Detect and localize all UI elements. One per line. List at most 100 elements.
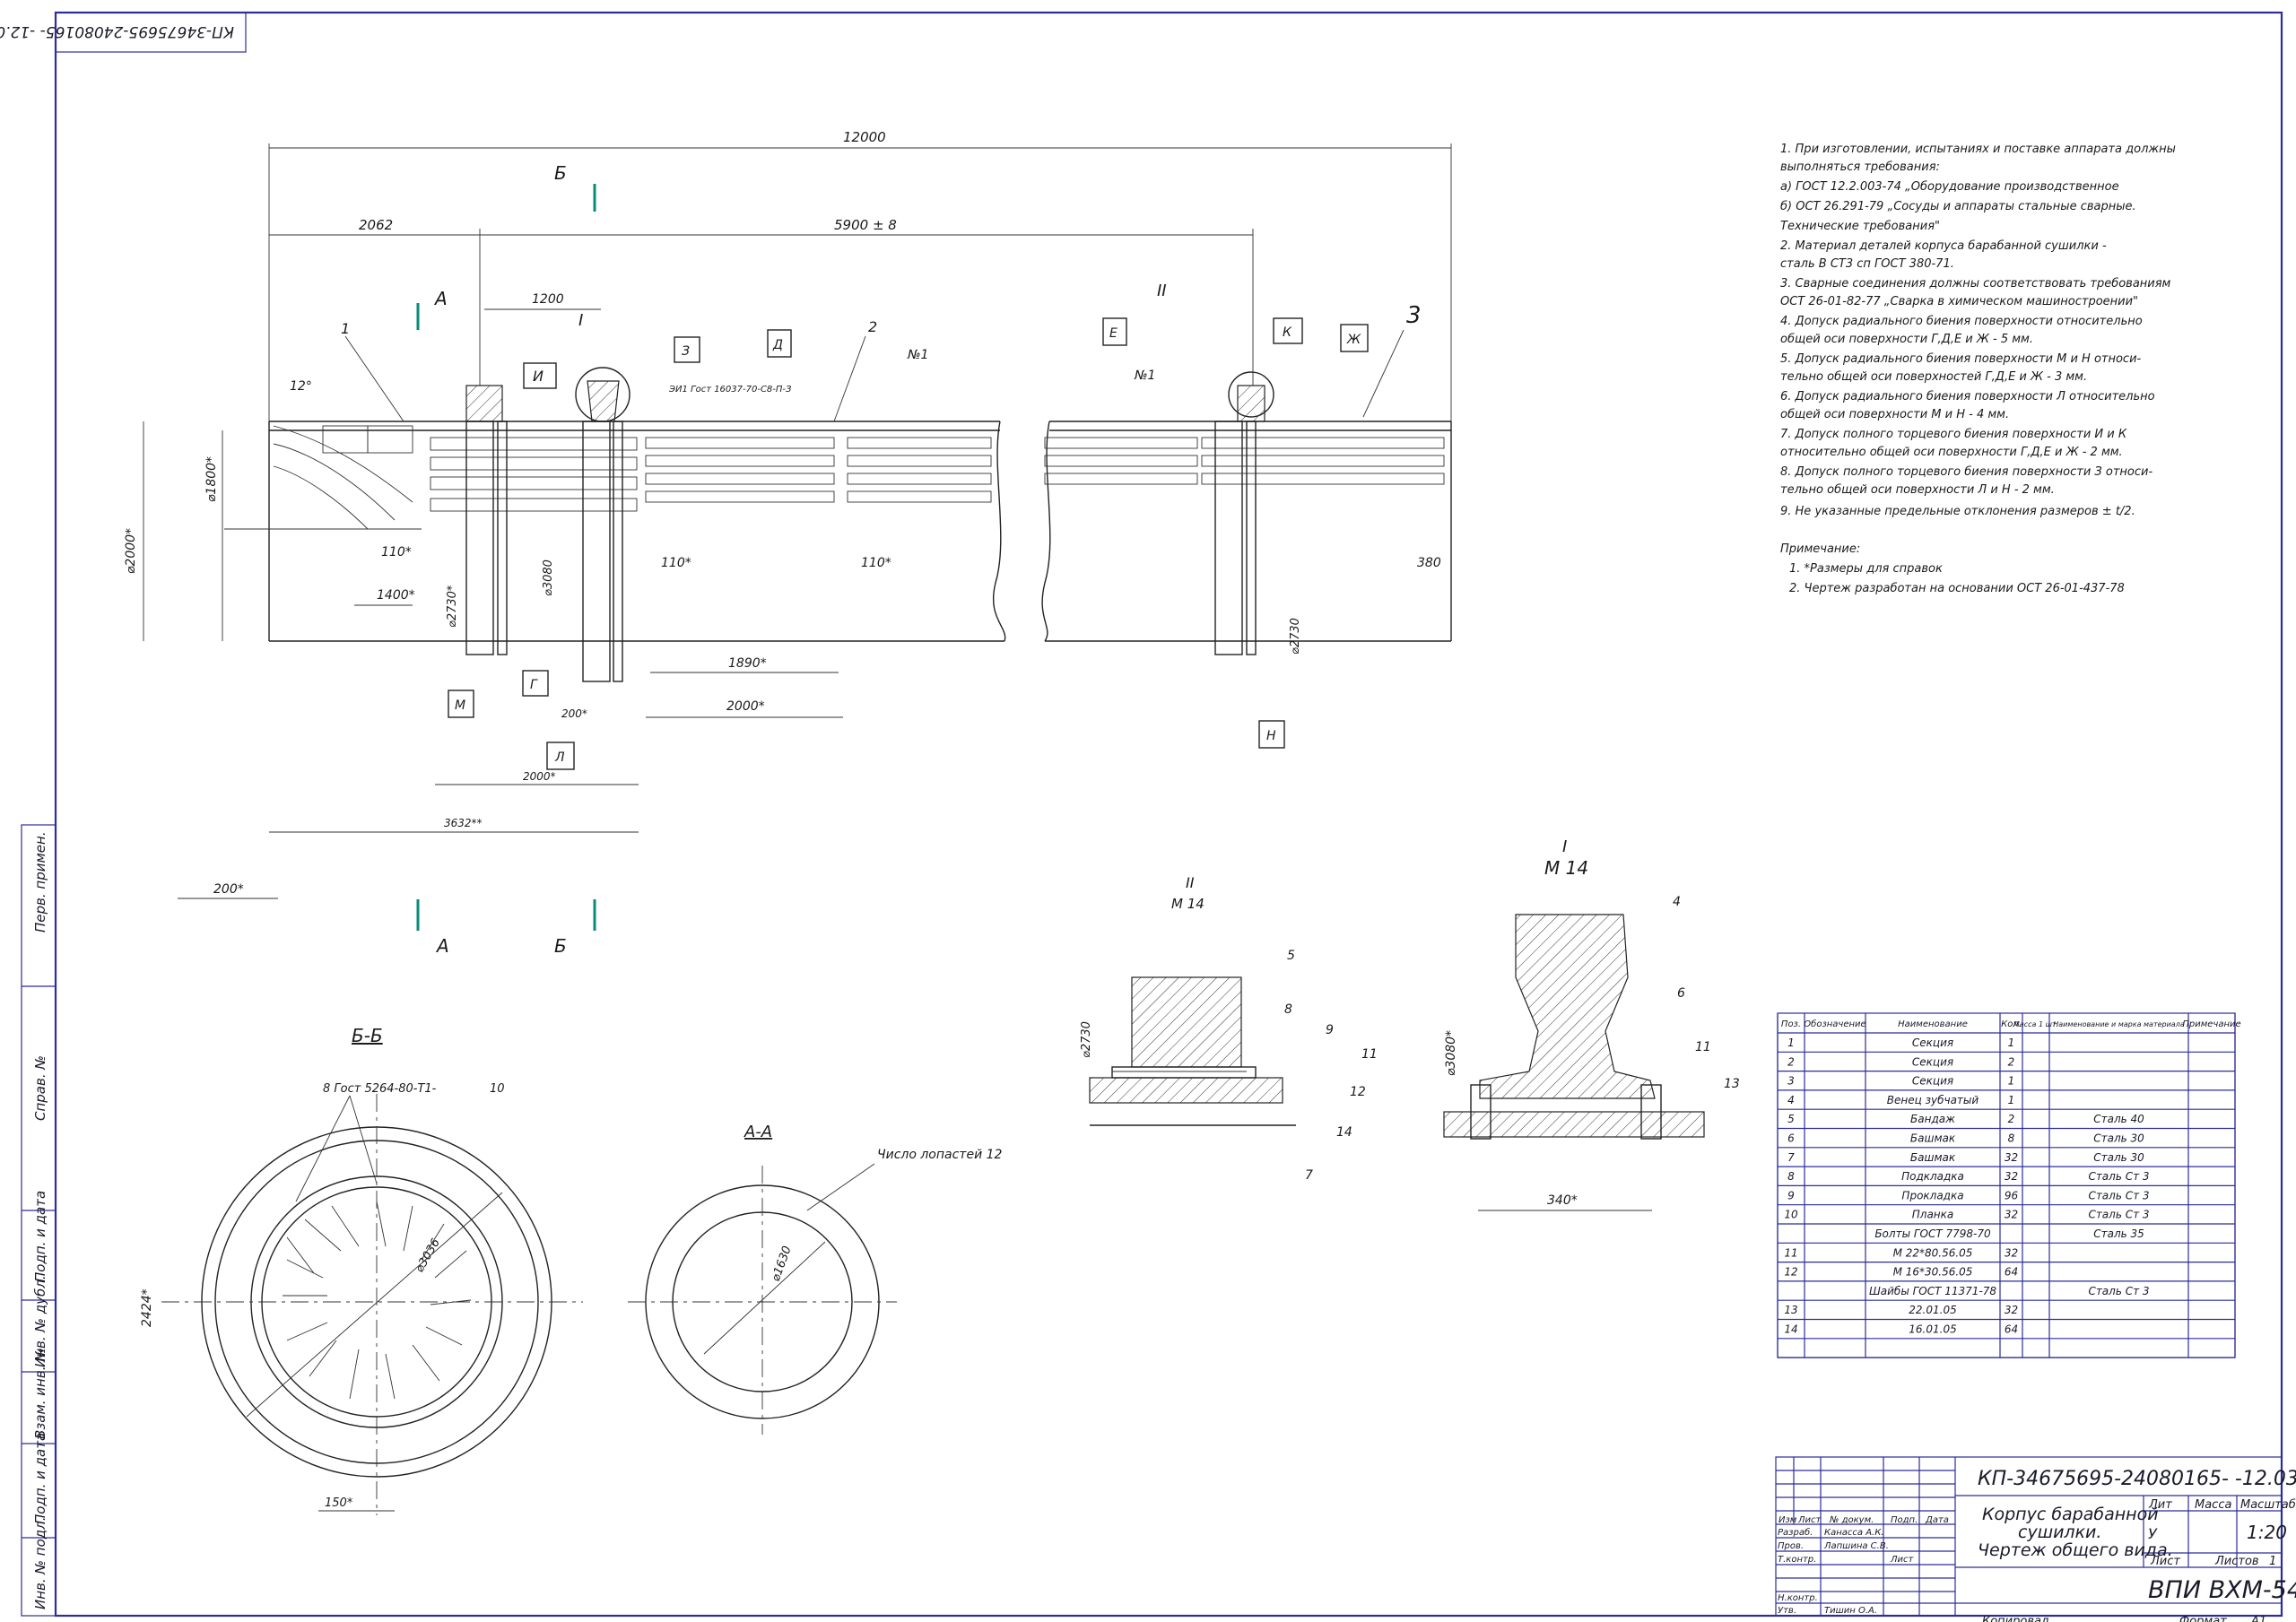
view-mark-II: ІІ bbox=[1157, 282, 1167, 300]
spec-cell-9-3: 32 bbox=[2005, 1209, 2018, 1221]
format-value: A1 bbox=[2250, 1615, 2266, 1622]
spec-cell-3-3: 1 bbox=[2008, 1094, 2015, 1106]
spec-cell-2-2: Секция bbox=[1912, 1075, 1953, 1088]
callout-11b: 11 bbox=[1695, 1040, 1711, 1054]
weld-note: ЭИ1 Гост 16037-70-С8-П-З bbox=[668, 385, 792, 395]
spec-cell-13-5: Сталь Ст 3 bbox=[2088, 1285, 2149, 1297]
spec-cell-12-0: 12 bbox=[1784, 1266, 1797, 1279]
remark-1: 2. Чертеж разработан на основании ОСТ 26… bbox=[1789, 582, 2125, 595]
dim-2730a: ⌀2730* bbox=[446, 585, 459, 628]
note-13: 6. Допуск радиального биения поверхности… bbox=[1780, 390, 2155, 403]
top-code-text: КП-34675695-24080165- -12.03СБ bbox=[0, 22, 234, 40]
side-label-0: Перв. примен. bbox=[32, 831, 48, 932]
spec-header-0: Поз. bbox=[1781, 1019, 1801, 1029]
spec-cell-5-3: 8 bbox=[2008, 1132, 2015, 1145]
note-8: ОСТ 26-01-82-77 „Сварка в химическом маш… bbox=[1780, 295, 2138, 308]
tire-right bbox=[1214, 371, 1274, 655]
org-code: ВПИ ВХМ-541 bbox=[2148, 1576, 2296, 1604]
side-label-4: Взам. инв. № bbox=[32, 1348, 48, 1439]
spec-cell-8-3: 96 bbox=[2005, 1189, 2019, 1201]
svg-text:З: З bbox=[682, 344, 690, 359]
remark-title: Примечание: bbox=[1780, 542, 1860, 556]
note-11: 5. Допуск радиального биения поверхности… bbox=[1780, 352, 2142, 366]
note-5: 2. Материал деталей корпуса барабанной с… bbox=[1780, 239, 2107, 253]
dim-2730b: ⌀2730 bbox=[1289, 618, 1302, 655]
dim-3632: 3632** bbox=[444, 817, 483, 829]
spec-cell-8-0: 9 bbox=[1787, 1189, 1795, 1201]
title-line-2: Чертеж общего вида. bbox=[1978, 1540, 2173, 1560]
spec-cell-10-2: Болты ГОСТ 7798-70 bbox=[1874, 1227, 1991, 1240]
callout-9: 9 bbox=[1326, 1023, 1334, 1037]
note-0: 1. При изготовлении, испытаниях и постав… bbox=[1780, 143, 2176, 156]
spec-cell-4-2: Бандаж bbox=[1910, 1113, 1955, 1125]
spec-cell-1-0: 2 bbox=[1787, 1055, 1795, 1068]
dim-2000b: 2000* bbox=[523, 770, 556, 783]
dim-1200: 1200 bbox=[532, 292, 564, 307]
spec-cell-15-3: 64 bbox=[2005, 1323, 2018, 1336]
dim-3036: ⌀3036 bbox=[413, 1236, 442, 1275]
spec-header-1: Обозначение bbox=[1804, 1019, 1866, 1029]
note-18: тельно общей оси поверхности Л и Н - 2 м… bbox=[1780, 483, 2055, 497]
dim-200b: 200* bbox=[213, 882, 244, 897]
spec-cell-7-5: Сталь Ст 3 bbox=[2088, 1170, 2149, 1183]
note-3: б) ОСТ 26.291-79 „Сосуды и аппараты стал… bbox=[1780, 200, 2136, 213]
role-4-name: Тишин О.А. bbox=[1824, 1606, 1877, 1616]
spec-cell-14-2: 22.01.05 bbox=[1909, 1304, 1956, 1316]
col-sign: Подп. bbox=[1891, 1515, 1918, 1525]
svg-text:Г: Г bbox=[530, 678, 538, 692]
sheet-label: Лист bbox=[2150, 1555, 2180, 1568]
callout-12: 12 bbox=[1350, 1085, 1366, 1099]
dim-5900: 5900 ± 8 bbox=[834, 217, 897, 233]
marker-n1a: №1 bbox=[907, 348, 928, 362]
dim-2730c: ⌀2730 bbox=[1080, 1021, 1093, 1058]
sheet-frame: КП-34675695-24080165- -12.03СБ Перв. при… bbox=[0, 11, 2283, 1618]
role-1-name: Лапшина С.В. bbox=[1823, 1541, 1889, 1551]
side-label-1: Справ. № bbox=[32, 1055, 48, 1121]
spec-cell-11-0: 11 bbox=[1784, 1246, 1797, 1259]
callout-8: 8 bbox=[1284, 1002, 1292, 1017]
section-bb-title: Б-Б bbox=[352, 1025, 383, 1046]
gost-num: 10 bbox=[490, 1082, 505, 1096]
note-1: выполняться требования: bbox=[1780, 160, 1940, 174]
title-block: Изм Лист № докум. Подп. Дата Разраб. Кан… bbox=[1775, 1456, 2296, 1622]
dim-2424: 2424* bbox=[140, 1288, 154, 1327]
marker-n1b: №1 bbox=[1134, 369, 1155, 383]
dim-3080: ⌀3080 bbox=[542, 559, 555, 596]
spec-cell-0-2: Секция bbox=[1912, 1037, 1953, 1049]
technical-notes: 1. При изготовлении, испытаниях и постав… bbox=[1780, 143, 2176, 595]
callout-6: 6 bbox=[1677, 986, 1685, 1001]
section-A-top: А bbox=[433, 288, 448, 309]
note-15: 7. Допуск полного торцевого биения повер… bbox=[1780, 428, 2127, 441]
note-14: общей оси поверхности М и Н - 4 мм. bbox=[1780, 408, 2009, 421]
col-list: Лист bbox=[1797, 1515, 1822, 1525]
spec-cell-12-2: М 16*30.56.05 bbox=[1893, 1266, 1973, 1279]
note-9: 4. Допуск радиального биения поверхности… bbox=[1780, 315, 2143, 328]
title-line-1: сушилки. bbox=[2018, 1522, 2101, 1542]
role-0: Разраб. bbox=[1778, 1527, 1813, 1538]
spec-cell-9-2: Планка bbox=[1912, 1209, 1954, 1221]
dim-110c: 110* bbox=[861, 556, 891, 570]
specification-table: Поз. Обозначение Наименование Кол.Масса 1 ш… bbox=[1777, 1012, 2241, 1358]
spec-cell-8-5: Сталь Ст 3 bbox=[2088, 1189, 2149, 1201]
callout-14: 14 bbox=[1336, 1125, 1352, 1140]
spec-cell-14-3: 32 bbox=[2005, 1304, 2018, 1316]
spec-cell-15-2: 16.01.05 bbox=[1909, 1323, 1956, 1336]
side-label-5: Подп. и дата bbox=[32, 1433, 48, 1524]
spec-cell-4-3: 2 bbox=[2008, 1113, 2015, 1125]
dim-12000: 12000 bbox=[843, 129, 886, 145]
spec-cell-12-3: 64 bbox=[2005, 1266, 2018, 1279]
spec-cell-6-0: 7 bbox=[1787, 1151, 1795, 1164]
callout-13: 13 bbox=[1724, 1077, 1740, 1091]
role-0-name: Канасса А.К. bbox=[1824, 1528, 1884, 1538]
spec-cell-0-3: 1 bbox=[2008, 1037, 2015, 1049]
note-10: общей оси поверхности Г,Д,Е и Ж - 5 мм. bbox=[1780, 333, 2033, 346]
detail-II-scale: М 14 bbox=[1171, 896, 1205, 912]
dim-200a: 200* bbox=[561, 707, 587, 720]
spec-cell-3-0: 4 bbox=[1787, 1094, 1795, 1106]
spec-cell-6-2: Башмак bbox=[1910, 1151, 1956, 1164]
title-line-0: Корпус барабанной bbox=[1982, 1505, 2159, 1524]
svg-text:Н: Н bbox=[1266, 729, 1276, 743]
spec-cell-15-0: 14 bbox=[1784, 1323, 1797, 1336]
copied-label: Копировал bbox=[1982, 1615, 2048, 1622]
section-aa-title: А-А bbox=[744, 1123, 772, 1141]
